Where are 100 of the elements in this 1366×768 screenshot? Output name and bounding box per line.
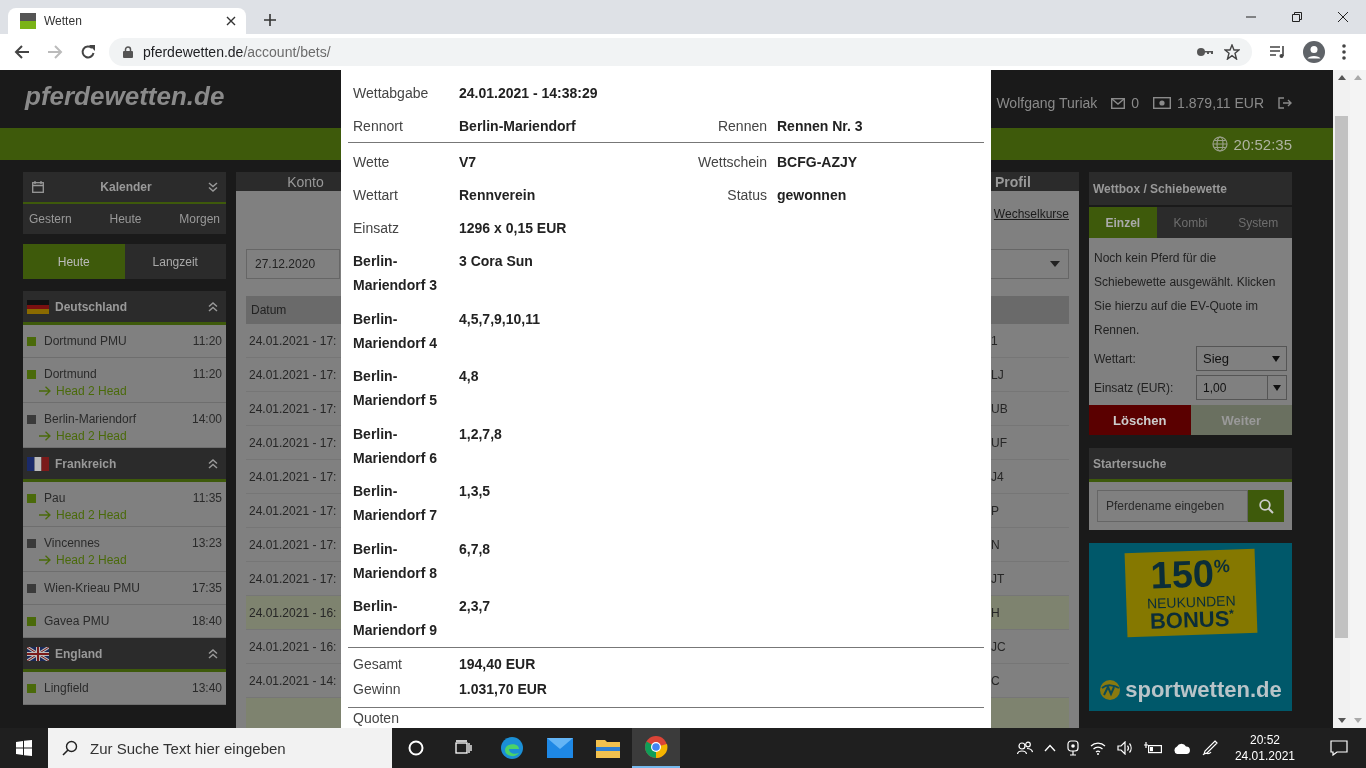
field-label: Gewinn bbox=[353, 681, 402, 697]
page-scrollbar[interactable] bbox=[1333, 70, 1350, 728]
race-name: Wien-Krieau PMU bbox=[44, 581, 142, 595]
caret-down-icon bbox=[1050, 261, 1060, 267]
range-tab[interactable]: Heute bbox=[23, 244, 125, 279]
bet-type-tab[interactable]: System bbox=[1224, 207, 1292, 238]
country-name: England bbox=[55, 646, 104, 661]
race-item[interactable]: Berlin-Mariendorf 14:00 Head 2 Head bbox=[23, 403, 226, 448]
bet-slip-message: Noch kein Pferd für die Schiebewette ausgewählt. Klicken Sie hierzu auf die EV-Quote im Rennen. bbox=[1094, 250, 1277, 339]
arrow-right-icon bbox=[39, 431, 51, 441]
folder-icon[interactable] bbox=[596, 738, 620, 758]
reading-list-icon[interactable] bbox=[1270, 45, 1286, 59]
menu-icon[interactable] bbox=[1342, 44, 1346, 60]
day-link[interactable]: Heute bbox=[109, 212, 142, 226]
date-field[interactable]: 27.12.2020 bbox=[246, 249, 340, 279]
profile-icon[interactable] bbox=[1303, 41, 1325, 63]
day-link[interactable]: Gestern bbox=[29, 212, 72, 226]
selection-value: 2,3,7 bbox=[459, 597, 491, 616]
taskbar-date[interactable]: 24.01.2021 bbox=[1234, 748, 1295, 764]
taskbar-search-field[interactable]: Zur Suche Text hier eingeben bbox=[88, 738, 392, 758]
account-tab[interactable]: Profil bbox=[991, 172, 1079, 191]
bet-type-tab[interactable]: Einzel bbox=[1089, 207, 1157, 238]
chevron-up-icon[interactable] bbox=[1043, 744, 1056, 752]
field-label: Wettabgabe bbox=[353, 84, 430, 101]
race-name: Lingfield bbox=[44, 681, 90, 695]
collapse-icon[interactable] bbox=[208, 301, 218, 312]
logout-icon[interactable] bbox=[1278, 97, 1292, 109]
pen-icon[interactable] bbox=[1201, 740, 1218, 756]
race-item[interactable]: Lingfield 13:40 bbox=[23, 672, 226, 705]
globe-icon bbox=[1211, 136, 1228, 152]
race-time: 18:40 bbox=[191, 614, 222, 628]
cortana-circle-icon[interactable] bbox=[408, 740, 424, 756]
notification-icon[interactable] bbox=[1330, 740, 1348, 756]
table-cell-text: LJ bbox=[991, 367, 1005, 382]
race-item[interactable]: Wien-Krieau PMU 17:35 bbox=[23, 572, 226, 605]
webcam-icon[interactable] bbox=[1066, 740, 1079, 756]
race-item[interactable]: Gavea PMU 18:40 bbox=[23, 605, 226, 638]
race-item[interactable]: Dortmund PMU 11:20 bbox=[23, 325, 226, 358]
collapse-icon[interactable] bbox=[208, 648, 218, 659]
table-cell-text: 24.01.2021 - 17: bbox=[249, 401, 338, 416]
search-icon bbox=[1258, 498, 1274, 514]
wifi-icon[interactable] bbox=[1089, 741, 1106, 755]
arrow-right-icon bbox=[39, 510, 51, 520]
race-item[interactable]: Dortmund 11:20 Head 2 Head bbox=[23, 358, 226, 403]
bet-type-select[interactable]: Sieg bbox=[1196, 346, 1287, 371]
field-label: Status bbox=[726, 186, 767, 203]
reload-icon[interactable] bbox=[80, 44, 96, 60]
search-button[interactable] bbox=[1248, 490, 1284, 522]
close-tab-icon[interactable] bbox=[226, 16, 236, 26]
field-label: Rennen bbox=[716, 117, 767, 134]
browser-tab[interactable]: Wetten bbox=[8, 8, 246, 34]
field-label: Gesamt bbox=[353, 656, 403, 672]
day-link[interactable]: Morgen bbox=[179, 212, 220, 226]
battery-icon[interactable] bbox=[1143, 742, 1162, 754]
race-item[interactable]: Vincennes 13:23 Head 2 Head bbox=[23, 527, 226, 572]
account-balance: 1.879,11 EUR bbox=[1177, 95, 1264, 111]
range-tab[interactable]: Langzeit bbox=[124, 244, 226, 279]
field-label: Wettart bbox=[353, 186, 399, 203]
task-view-icon[interactable] bbox=[455, 740, 473, 756]
scrollbar-thumb[interactable] bbox=[1335, 116, 1348, 638]
field-label: Rennort bbox=[353, 117, 404, 134]
new-tab-icon[interactable] bbox=[264, 14, 276, 26]
chrome-browser-icon[interactable] bbox=[644, 735, 668, 759]
race-item[interactable]: Pau 11:35 Head 2 Head bbox=[23, 482, 226, 527]
stake-combo-box[interactable]: 1,00 bbox=[1196, 375, 1287, 400]
windows-start-icon[interactable] bbox=[16, 740, 32, 756]
star-icon[interactable] bbox=[1224, 44, 1240, 60]
banknote-icon bbox=[1153, 97, 1172, 109]
taskbar-search-box[interactable]: Zur Suche Text hier eingeben bbox=[48, 728, 392, 768]
key-icon[interactable] bbox=[1196, 47, 1214, 57]
address-bar[interactable]: pferdewetten.de/account/bets/ bbox=[109, 38, 1252, 66]
country-header[interactable]: England bbox=[23, 638, 226, 672]
server-clock: 20:52:35 bbox=[1233, 135, 1292, 153]
country-header[interactable]: Deutschland bbox=[23, 291, 226, 325]
taskbar-time[interactable]: 20:52 bbox=[1249, 732, 1280, 748]
back-icon[interactable] bbox=[14, 44, 30, 60]
column-header: Datum bbox=[251, 303, 287, 317]
field-value: 1296 x 0,15 EUR bbox=[459, 219, 568, 236]
cloud-icon[interactable] bbox=[1172, 742, 1191, 754]
bet-type-tab[interactable]: Kombi bbox=[1156, 207, 1225, 238]
field-label: Wettart: bbox=[1094, 351, 1136, 366]
people-icon[interactable] bbox=[1016, 741, 1033, 755]
calendar-header[interactable]: Kalender bbox=[23, 172, 226, 204]
double-chevron-down-icon[interactable] bbox=[208, 182, 218, 192]
site-logo[interactable]: pferdewetten.de bbox=[25, 81, 225, 112]
user-name[interactable]: Wolfgang Turiak bbox=[996, 95, 1098, 111]
exchange-rates-link[interactable]: Wechselkurse bbox=[993, 207, 1069, 221]
selection-value: 4,5,7,9,10,11 bbox=[459, 309, 540, 329]
mail-icon[interactable] bbox=[1111, 97, 1126, 109]
calendar-title: Kalender bbox=[99, 180, 153, 194]
field-value: Berlin-Mariendorf bbox=[459, 117, 577, 134]
close-icon[interactable] bbox=[1338, 12, 1348, 22]
clear-button[interactable]: Löschen bbox=[1089, 405, 1191, 435]
ad-banner[interactable]: 150$^{%}$ NEUKUNDEN BONUS$^{*}$ sportwetten.de bbox=[1089, 543, 1292, 711]
country-header[interactable]: Frankreich bbox=[23, 448, 226, 482]
restore-icon[interactable] bbox=[1292, 12, 1302, 22]
edge-browser-icon[interactable] bbox=[500, 736, 524, 760]
horse-search-field[interactable]: Pferdename eingeben bbox=[1097, 490, 1248, 522]
volume-icon[interactable] bbox=[1116, 741, 1133, 755]
collapse-icon[interactable] bbox=[208, 458, 218, 469]
